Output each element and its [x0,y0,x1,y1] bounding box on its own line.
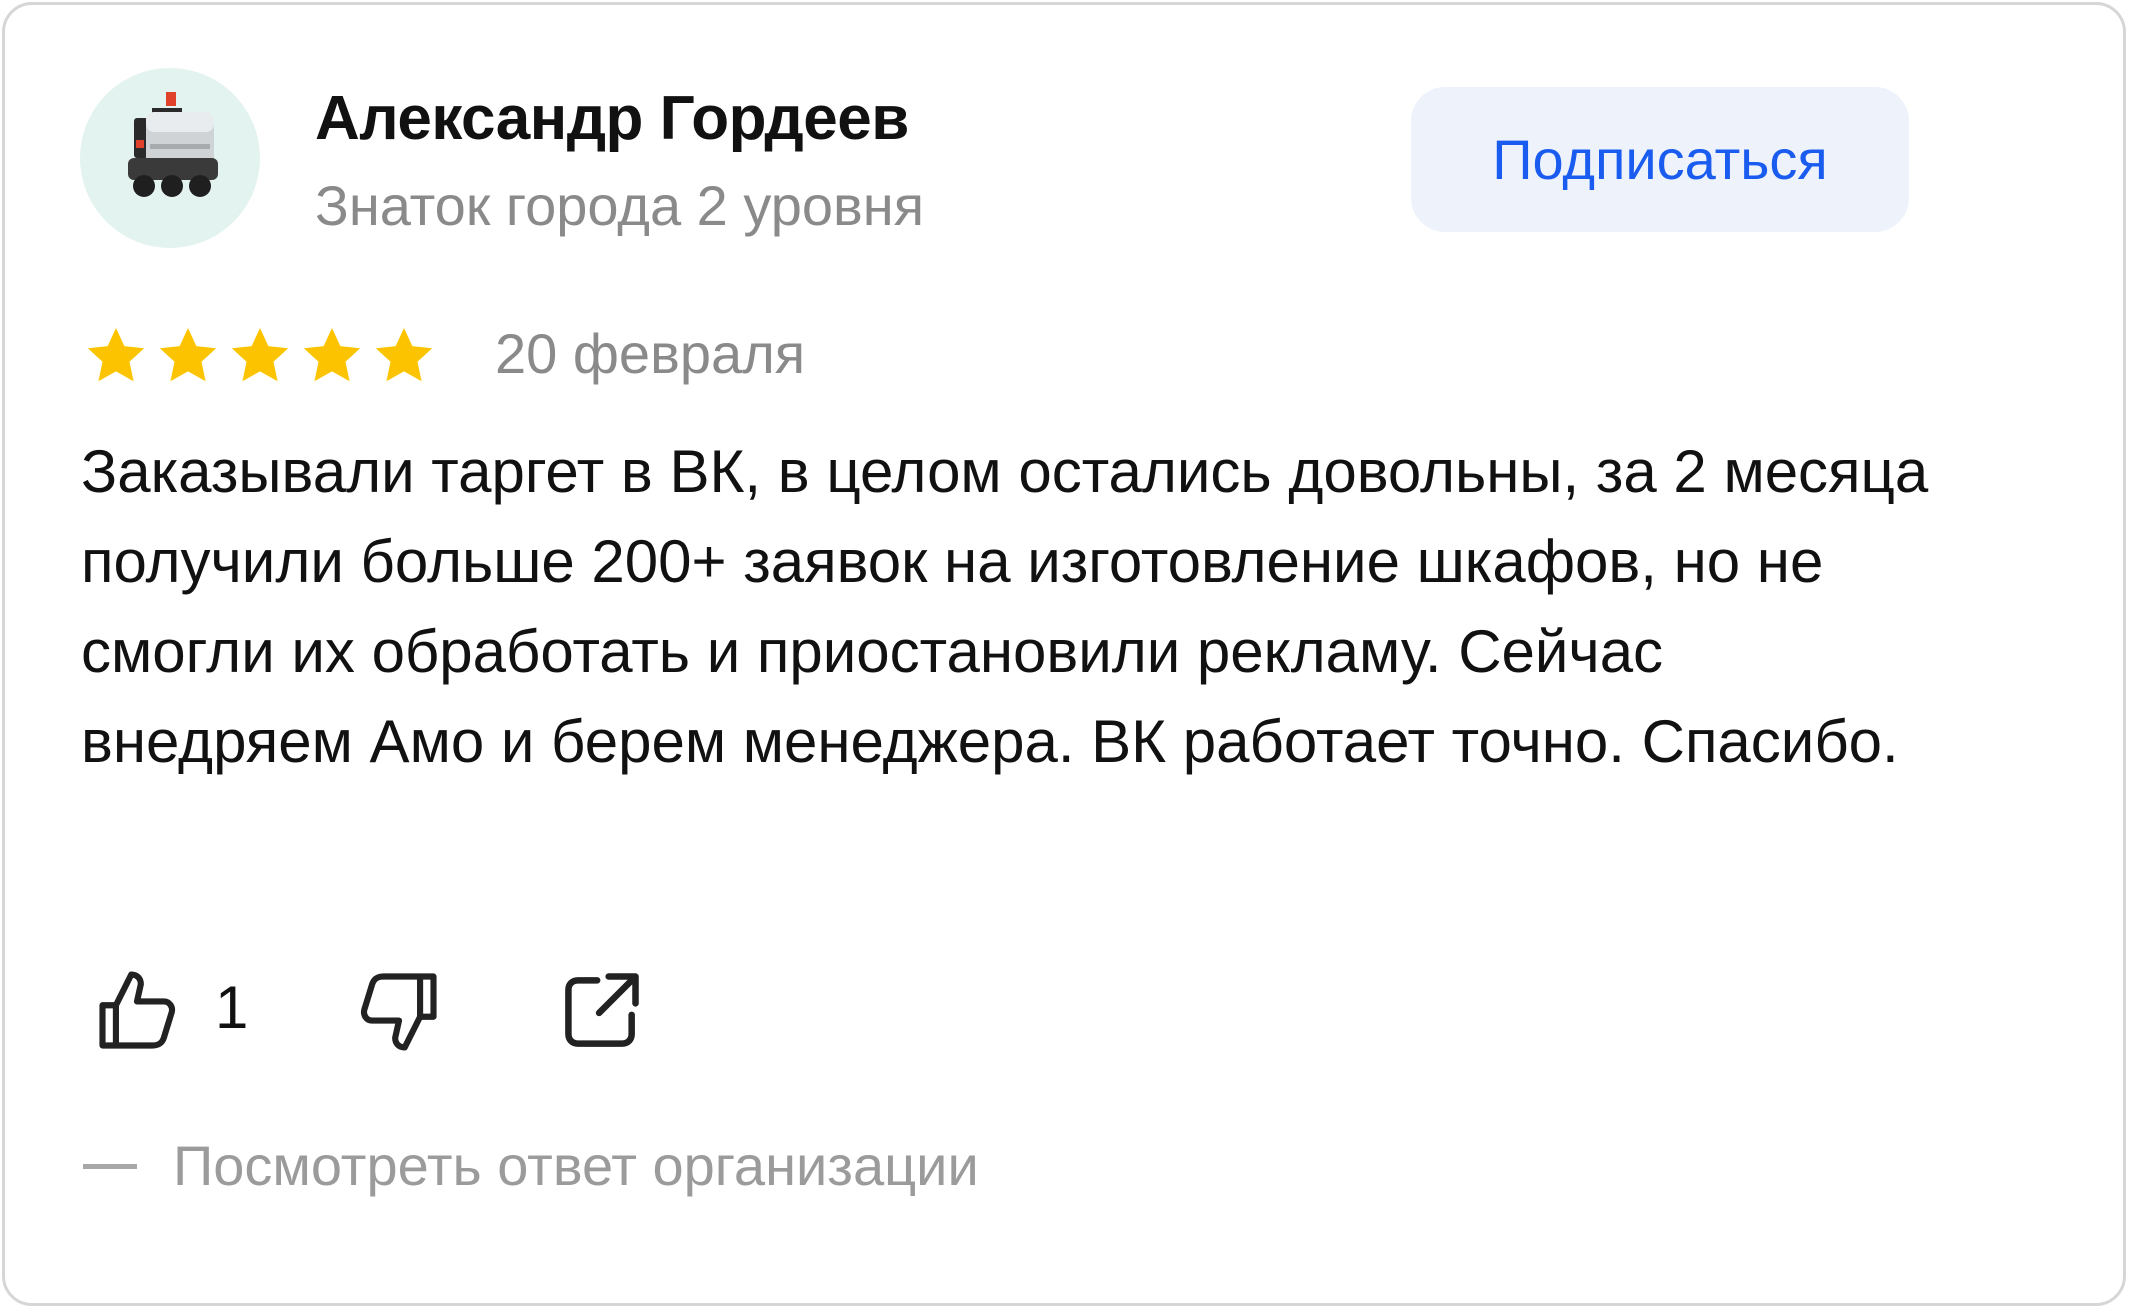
rating-stars [83,323,437,389]
star-icon [375,327,433,382]
robot-courier-icon [128,92,218,197]
avatar[interactable] [80,68,260,248]
org-reply-link[interactable]: Посмотреть ответ организации [83,1133,979,1198]
org-reply-label: Посмотреть ответ организации [173,1134,979,1197]
subscribe-button[interactable]: Подписаться [1411,87,1909,232]
review-text: Заказывали таргет в ВК, в целом остались… [81,438,1929,775]
author-name[interactable]: Александр Гордеев [315,83,909,154]
like-count: 1 [215,974,249,1041]
dash-icon [83,1163,137,1169]
thumbs-up-icon[interactable] [91,965,183,1057]
share-icon[interactable] [555,965,647,1057]
star-icon [303,327,361,382]
review-date: 20 февраля [495,322,806,385]
star-icon [87,327,145,382]
thumbs-down-icon[interactable] [353,965,445,1057]
author-level: Знаток города 2 уровня [315,174,925,237]
star-icon [159,327,217,382]
review-card: Александр Гордеев Знаток города 2 уровня… [2,2,2126,1306]
star-icon [231,327,289,382]
